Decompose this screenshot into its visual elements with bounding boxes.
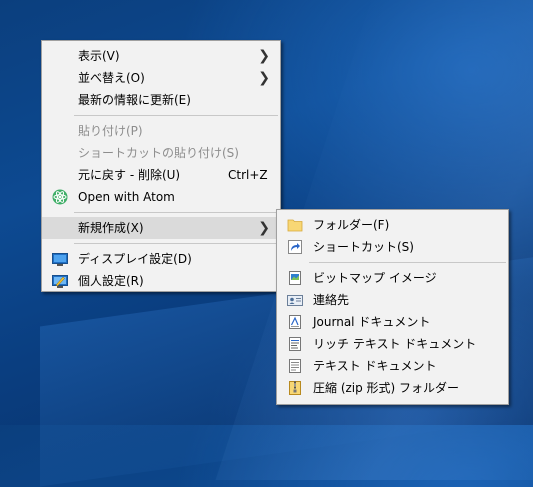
menu-item-label: 圧縮 (zip 形式) フォルダー (313, 381, 460, 395)
menu-item-shortcut: Ctrl+Z (228, 168, 268, 182)
menu-separator (309, 262, 506, 263)
menu-item-label: 元に戻す - 削除(U) (78, 168, 181, 182)
atom-icon (52, 189, 68, 205)
menu-item-label: フォルダー(F) (313, 218, 390, 232)
menu-separator (74, 243, 278, 244)
menu-item-paste-shortcut: ショートカットの貼り付け(S) (42, 142, 280, 164)
menu-item-label: ビットマップ イメージ (313, 271, 437, 285)
menu-item-label: ショートカット(S) (313, 240, 414, 254)
menu-item-view[interactable]: 表示(V) ❯ (42, 45, 280, 67)
menu-item-label: 連絡先 (313, 293, 350, 307)
menu-item-refresh[interactable]: 最新の情報に更新(E) (42, 89, 280, 111)
folder-icon (287, 217, 303, 233)
personalize-icon (52, 273, 68, 289)
rtf-icon (287, 336, 303, 352)
menu-item-display-settings[interactable]: ディスプレイ設定(D) (42, 248, 280, 270)
text-doc-icon (287, 358, 303, 374)
menu-item-label: リッチ テキスト ドキュメント (313, 337, 477, 351)
menu-item-paste: 貼り付け(P) (42, 120, 280, 142)
menu-item-undo-delete[interactable]: 元に戻す - 削除(U) Ctrl+Z (42, 164, 280, 186)
menu-item-open-with-atom[interactable]: Open with Atom (42, 186, 280, 208)
submenu-item-bitmap[interactable]: ビットマップ イメージ (277, 267, 508, 289)
submenu-item-text-document[interactable]: テキスト ドキュメント (277, 355, 508, 377)
menu-item-label: 個人設定(R) (78, 274, 144, 288)
new-submenu: フォルダー(F) ショートカット(S) ビットマップ イメージ 連絡先 Jour… (276, 209, 509, 405)
menu-item-label: 貼り付け(P) (78, 124, 143, 138)
submenu-item-zip-folder[interactable]: 圧縮 (zip 形式) フォルダー (277, 377, 508, 399)
submenu-item-folder[interactable]: フォルダー(F) (277, 214, 508, 236)
menu-item-label: Journal ドキュメント (313, 315, 431, 329)
menu-item-label: 最新の情報に更新(E) (78, 93, 191, 107)
menu-item-label: ショートカットの貼り付け(S) (78, 146, 239, 160)
chevron-right-icon: ❯ (258, 48, 270, 64)
journal-icon (287, 314, 303, 330)
menu-separator (74, 115, 278, 116)
menu-item-personalize[interactable]: 個人設定(R) (42, 270, 280, 292)
menu-item-label: ディスプレイ設定(D) (78, 252, 192, 266)
desktop-context-menu: 表示(V) ❯ 並べ替え(O) ❯ 最新の情報に更新(E) 貼り付け(P) ショ… (41, 40, 281, 292)
menu-item-label: テキスト ドキュメント (313, 359, 437, 373)
submenu-item-shortcut[interactable]: ショートカット(S) (277, 236, 508, 258)
menu-item-label: 表示(V) (78, 49, 120, 63)
submenu-item-rich-text[interactable]: リッチ テキスト ドキュメント (277, 333, 508, 355)
submenu-item-contact[interactable]: 連絡先 (277, 289, 508, 311)
chevron-right-icon: ❯ (258, 70, 270, 86)
display-icon (52, 251, 68, 267)
chevron-right-icon: ❯ (258, 220, 270, 236)
contact-icon (287, 292, 303, 308)
menu-item-new[interactable]: 新規作成(X) ❯ (42, 217, 280, 239)
shortcut-icon (287, 239, 303, 255)
menu-item-sort-by[interactable]: 並べ替え(O) ❯ (42, 67, 280, 89)
submenu-item-journal[interactable]: Journal ドキュメント (277, 311, 508, 333)
bitmap-icon (287, 270, 303, 286)
menu-item-label: Open with Atom (78, 190, 175, 204)
menu-item-label: 並べ替え(O) (78, 71, 145, 85)
menu-separator (74, 212, 278, 213)
zip-folder-icon (287, 380, 303, 396)
menu-item-label: 新規作成(X) (78, 221, 144, 235)
